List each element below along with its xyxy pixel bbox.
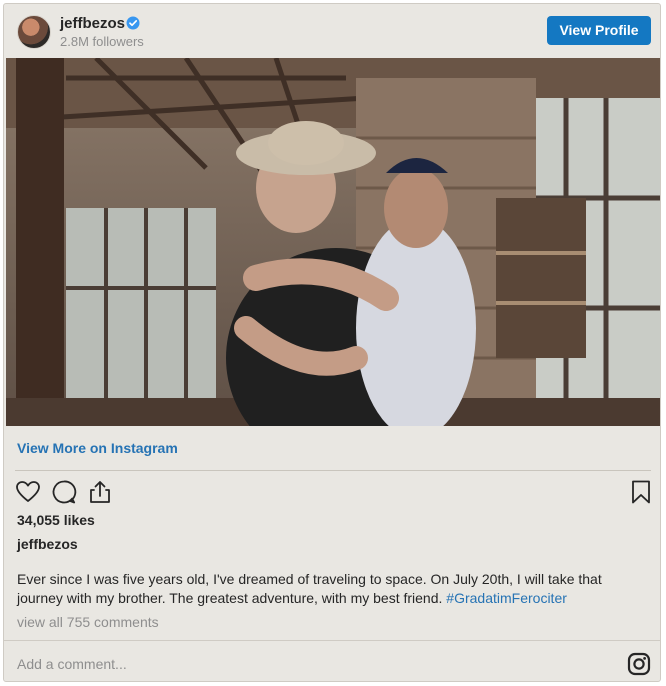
post-header: jeffbezos 2.8M followers View Profile [4,4,660,58]
divider [4,640,660,641]
avatar[interactable] [17,15,51,49]
heart-icon[interactable] [15,479,41,505]
follower-count: 2.8M followers [60,34,144,49]
instagram-embed-card: jeffbezos 2.8M followers View Profile Vi… [3,3,661,682]
bookmark-icon[interactable] [628,479,654,505]
verified-badge-icon [126,16,140,30]
like-count[interactable]: 34,055 likes [17,512,95,528]
comment-icon[interactable] [51,479,77,505]
username[interactable]: jeffbezos [60,15,125,32]
view-more-on-instagram-link[interactable]: View More on Instagram [17,440,178,456]
view-all-comments-link[interactable]: view all 755 comments [17,614,159,630]
caption-username[interactable]: jeffbezos [17,536,78,552]
hashtag-link[interactable]: #GradatimFerociter [446,590,567,606]
share-icon[interactable] [87,479,113,505]
add-comment-input[interactable]: Add a comment... [17,656,127,672]
caption: Ever since I was five years old, I've dr… [17,570,647,608]
divider [15,470,651,471]
instagram-icon[interactable] [627,652,651,676]
post-image[interactable] [6,58,660,426]
view-profile-button[interactable]: View Profile [547,16,651,45]
